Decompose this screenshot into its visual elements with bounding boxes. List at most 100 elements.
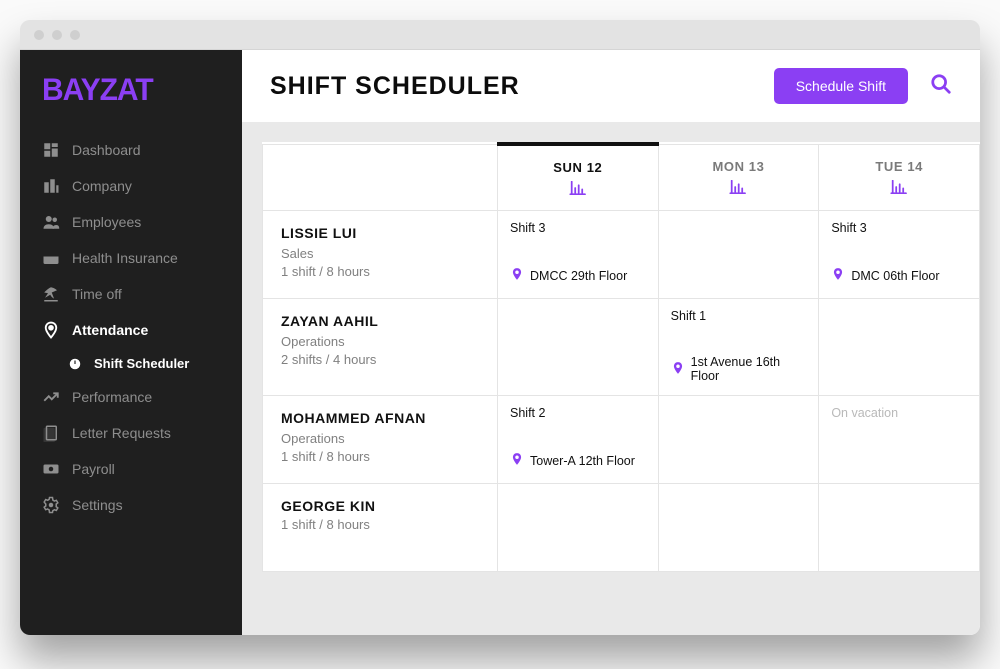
sidebar-item-label: Dashboard [72, 142, 141, 158]
cell-note: On vacation [831, 406, 967, 420]
clock-icon [66, 357, 84, 371]
bar-chart-icon [665, 180, 813, 197]
page-title: SHIFT SCHEDULER [270, 72, 520, 101]
schedule-cell[interactable] [658, 211, 819, 299]
employee-column-header [263, 144, 498, 211]
sidebar-item-label: Employees [72, 214, 141, 230]
table-row: LISSIE LUI Sales 1 shift / 8 hours Shift 3 D… [263, 211, 980, 299]
employee-name: ZAYAN AAHIL [281, 313, 479, 329]
table-row: GEORGE KIN 1 shift / 8 hours [263, 484, 980, 572]
health-icon [42, 249, 60, 267]
bar-chart-icon [504, 181, 652, 198]
schedule-content: SUN 12 MON 13 TUE 14 LISSIE LUI Sales 1 shif… [242, 122, 980, 572]
sidebar-item-performance[interactable]: Performance [20, 379, 242, 415]
schedule-cell[interactable] [819, 484, 980, 572]
location-pin-icon [671, 361, 685, 378]
schedule-cell[interactable]: Shift 1 1st Avenue 16th Floor [658, 299, 819, 396]
window-dot-icon [70, 30, 80, 40]
location-pin-icon [510, 267, 524, 284]
employees-icon [42, 213, 60, 231]
schedule-cell[interactable] [819, 299, 980, 396]
sidebar-item-time-off[interactable]: Time off [20, 276, 242, 312]
schedule-table: SUN 12 MON 13 TUE 14 LISSIE LUI Sales 1 shif… [262, 142, 980, 572]
employee-stat: 1 shift / 8 hours [281, 517, 479, 532]
location-pin-icon [831, 267, 845, 284]
main-area: SHIFT SCHEDULER Schedule Shift SUN 12 MON… [242, 50, 980, 635]
sidebar: BAYZAT Dashboard Company Employees Health I… [20, 50, 242, 635]
shift-location: DMCC 29th Floor [530, 269, 627, 283]
location-pin-icon [510, 452, 524, 469]
schedule-cell[interactable]: On vacation [819, 396, 980, 484]
attendance-icon [42, 321, 60, 339]
sidebar-item-label: Health Insurance [72, 250, 178, 266]
sidebar-item-label: Time off [72, 286, 122, 302]
timeoff-icon [42, 285, 60, 303]
employee-department: Operations [281, 431, 479, 446]
table-row: ZAYAN AAHIL Operations 2 shifts / 4 hours S… [263, 299, 980, 396]
bar-chart-icon [825, 180, 973, 197]
schedule-cell[interactable] [498, 484, 659, 572]
search-icon[interactable] [930, 73, 952, 100]
sidebar-item-dashboard[interactable]: Dashboard [20, 132, 242, 168]
employee-name: MOHAMMED AFNAN [281, 410, 479, 426]
brand-logo: BAYZAT [20, 67, 242, 130]
sidebar-item-label: Shift Scheduler [94, 356, 189, 371]
sidebar-item-label: Company [72, 178, 132, 194]
shift-location: 1st Avenue 16th Floor [691, 355, 807, 383]
shift-name: Shift 1 [671, 309, 807, 323]
sidebar-item-health-insurance[interactable]: Health Insurance [20, 240, 242, 276]
sidebar-item-label: Payroll [72, 461, 115, 477]
day-label: SUN 12 [504, 160, 652, 175]
sidebar-item-label: Settings [72, 497, 123, 513]
sidebar-item-attendance[interactable]: Attendance [20, 312, 242, 348]
day-label: MON 13 [665, 159, 813, 174]
sidebar-item-settings[interactable]: Settings [20, 487, 242, 523]
sidebar-item-label: Letter Requests [72, 425, 171, 441]
sidebar-item-company[interactable]: Company [20, 168, 242, 204]
employee-cell[interactable]: LISSIE LUI Sales 1 shift / 8 hours [263, 211, 498, 299]
sidebar-item-employees[interactable]: Employees [20, 204, 242, 240]
employee-name: LISSIE LUI [281, 225, 479, 241]
day-label: TUE 14 [825, 159, 973, 174]
employee-stat: 2 shifts / 4 hours [281, 352, 479, 367]
schedule-cell[interactable]: Shift 2 Tower-A 12th Floor [498, 396, 659, 484]
schedule-cell[interactable] [658, 484, 819, 572]
employee-cell[interactable]: ZAYAN AAHIL Operations 2 shifts / 4 hours [263, 299, 498, 396]
shift-location: DMC 06th Floor [851, 269, 939, 283]
schedule-cell[interactable]: Shift 3 DMC 06th Floor [819, 211, 980, 299]
window-dot-icon [52, 30, 62, 40]
schedule-cell[interactable] [498, 299, 659, 396]
table-row: MOHAMMED AFNAN Operations 1 shift / 8 hour… [263, 396, 980, 484]
performance-icon [42, 388, 60, 406]
dashboard-icon [42, 141, 60, 159]
window-chrome [20, 20, 980, 50]
sidebar-item-letter-requests[interactable]: Letter Requests [20, 415, 242, 451]
app-window: BAYZAT Dashboard Company Employees Health I… [20, 20, 980, 635]
shift-name: Shift 2 [510, 406, 646, 420]
topbar: SHIFT SCHEDULER Schedule Shift [242, 50, 980, 122]
letter-icon [42, 424, 60, 442]
employee-stat: 1 shift / 8 hours [281, 264, 479, 279]
shift-name: Shift 3 [510, 221, 646, 235]
sidebar-subitem-shift-scheduler[interactable]: Shift Scheduler [20, 348, 242, 379]
day-header[interactable]: SUN 12 [498, 144, 659, 211]
day-header[interactable]: MON 13 [658, 144, 819, 211]
sidebar-item-label: Attendance [72, 322, 148, 338]
shift-name: Shift 3 [831, 221, 967, 235]
schedule-cell[interactable]: Shift 3 DMCC 29th Floor [498, 211, 659, 299]
employee-department: Operations [281, 334, 479, 349]
schedule-shift-button[interactable]: Schedule Shift [774, 68, 908, 104]
day-header[interactable]: TUE 14 [819, 144, 980, 211]
payroll-icon [42, 460, 60, 478]
sidebar-item-payroll[interactable]: Payroll [20, 451, 242, 487]
employee-name: GEORGE KIN [281, 498, 479, 514]
nav-list: Dashboard Company Employees Health Insuranc… [20, 128, 242, 527]
schedule-cell[interactable] [658, 396, 819, 484]
employee-department: Sales [281, 246, 479, 261]
employee-stat: 1 shift / 8 hours [281, 449, 479, 464]
employee-cell[interactable]: GEORGE KIN 1 shift / 8 hours [263, 484, 498, 572]
employee-cell[interactable]: MOHAMMED AFNAN Operations 1 shift / 8 hour… [263, 396, 498, 484]
settings-icon [42, 496, 60, 514]
company-icon [42, 177, 60, 195]
shift-location: Tower-A 12th Floor [530, 454, 635, 468]
